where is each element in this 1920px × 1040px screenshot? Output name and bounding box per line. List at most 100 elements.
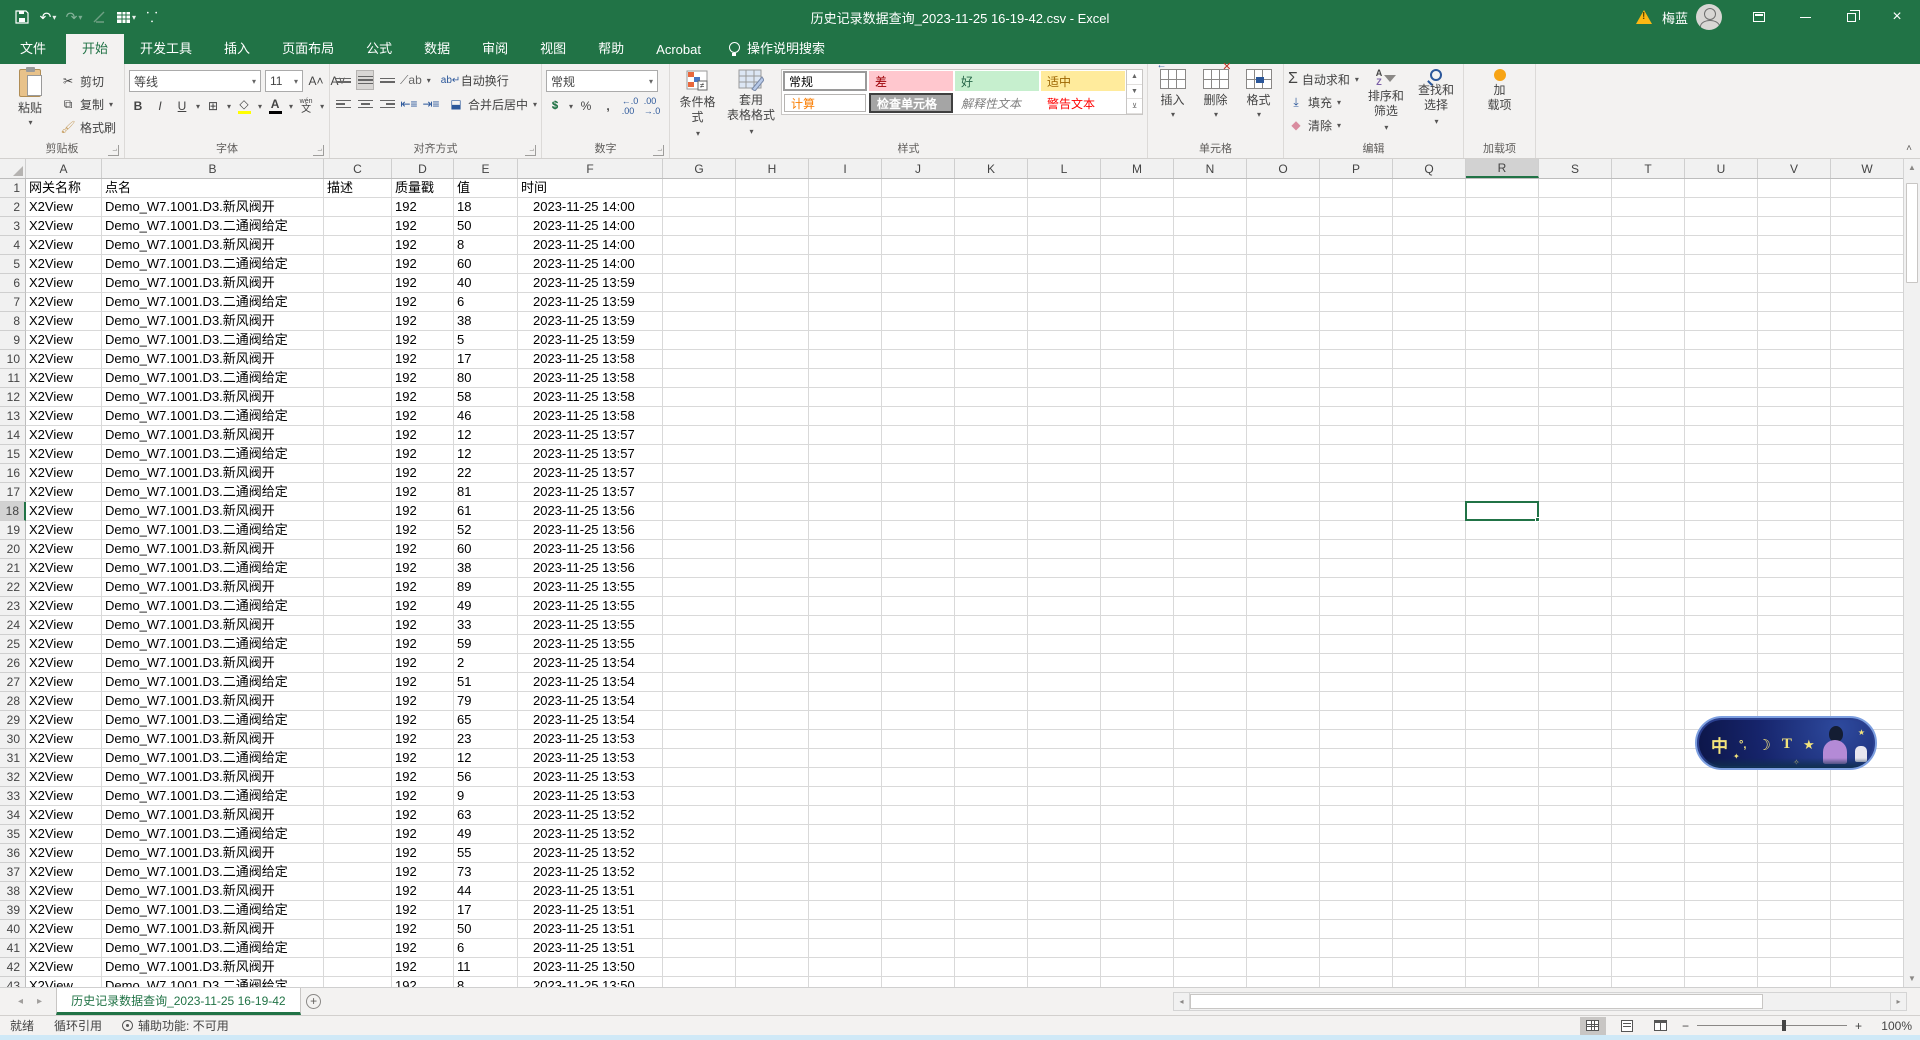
cell-T33[interactable] <box>1612 787 1685 806</box>
cell-J3[interactable] <box>882 217 955 236</box>
cell-P20[interactable] <box>1320 540 1393 559</box>
cell-K5[interactable] <box>955 255 1028 274</box>
cell-C21[interactable] <box>324 559 392 578</box>
cell-A6[interactable]: X2View <box>26 274 102 293</box>
cell-L27[interactable] <box>1028 673 1101 692</box>
conditional-formatting-button[interactable]: ≠ 条件格式▾ <box>674 67 721 140</box>
cell-R33[interactable] <box>1466 787 1539 806</box>
column-header-B[interactable]: B <box>102 159 324 178</box>
font-name-combo[interactable]: 等线▾ <box>129 70 261 92</box>
cell-P43[interactable] <box>1320 977 1393 987</box>
cell-D10[interactable]: 192 <box>392 350 454 369</box>
cell-N34[interactable] <box>1174 806 1247 825</box>
cell-S12[interactable] <box>1539 388 1612 407</box>
cell-W22[interactable] <box>1831 578 1903 597</box>
cell-D40[interactable]: 192 <box>392 920 454 939</box>
cell-S11[interactable] <box>1539 369 1612 388</box>
cell-T3[interactable] <box>1612 217 1685 236</box>
cell-I40[interactable] <box>809 920 882 939</box>
cell-A22[interactable]: X2View <box>26 578 102 597</box>
cell-A33[interactable]: X2View <box>26 787 102 806</box>
cell-T2[interactable] <box>1612 198 1685 217</box>
cell-N38[interactable] <box>1174 882 1247 901</box>
cell-P8[interactable] <box>1320 312 1393 331</box>
cell-I25[interactable] <box>809 635 882 654</box>
cell-R10[interactable] <box>1466 350 1539 369</box>
cell-N6[interactable] <box>1174 274 1247 293</box>
font-color-icon[interactable]: A <box>266 96 284 116</box>
cell-I21[interactable] <box>809 559 882 578</box>
cell-W12[interactable] <box>1831 388 1903 407</box>
cell-G27[interactable] <box>663 673 736 692</box>
cell-E28[interactable]: 79 <box>454 692 518 711</box>
cell-S3[interactable] <box>1539 217 1612 236</box>
column-header-I[interactable]: I <box>809 159 882 178</box>
cell-C17[interactable] <box>324 483 392 502</box>
cell-G20[interactable] <box>663 540 736 559</box>
cell-S30[interactable] <box>1539 730 1612 749</box>
cell-K42[interactable] <box>955 958 1028 977</box>
cell-F32[interactable]: 2023-11-25 13:53 <box>518 768 663 787</box>
cell-W13[interactable] <box>1831 407 1903 426</box>
cell-J32[interactable] <box>882 768 955 787</box>
cell-E17[interactable]: 81 <box>454 483 518 502</box>
cell-S7[interactable] <box>1539 293 1612 312</box>
cell-R36[interactable] <box>1466 844 1539 863</box>
column-header-D[interactable]: D <box>392 159 454 178</box>
cell-U14[interactable] <box>1685 426 1758 445</box>
restore-button[interactable] <box>1828 0 1874 34</box>
gallery-more-icon[interactable]: ⊻ <box>1127 99 1142 114</box>
cell-O14[interactable] <box>1247 426 1320 445</box>
decrease-decimal-icon[interactable]: .00→.0 <box>643 96 661 116</box>
cell-P22[interactable] <box>1320 578 1393 597</box>
cell-H24[interactable] <box>736 616 809 635</box>
cell-D33[interactable]: 192 <box>392 787 454 806</box>
row-header-32[interactable]: 32 <box>0 768 26 787</box>
cell-B25[interactable]: Demo_W7.1001.D3.二通阀给定 <box>102 635 324 654</box>
cell-M30[interactable] <box>1101 730 1174 749</box>
cell-M2[interactable] <box>1101 198 1174 217</box>
cell-G11[interactable] <box>663 369 736 388</box>
align-left-icon[interactable] <box>334 94 352 114</box>
cell-R16[interactable] <box>1466 464 1539 483</box>
cell-K40[interactable] <box>955 920 1028 939</box>
cell-I18[interactable] <box>809 502 882 521</box>
cell-R22[interactable] <box>1466 578 1539 597</box>
cell-J19[interactable] <box>882 521 955 540</box>
cell-N26[interactable] <box>1174 654 1247 673</box>
cell-S40[interactable] <box>1539 920 1612 939</box>
cell-H37[interactable] <box>736 863 809 882</box>
cell-S14[interactable] <box>1539 426 1612 445</box>
cell-O5[interactable] <box>1247 255 1320 274</box>
cell-U24[interactable] <box>1685 616 1758 635</box>
cell-H5[interactable] <box>736 255 809 274</box>
cell-J33[interactable] <box>882 787 955 806</box>
cell-U39[interactable] <box>1685 901 1758 920</box>
cell-E36[interactable]: 55 <box>454 844 518 863</box>
cell-H19[interactable] <box>736 521 809 540</box>
cell-L37[interactable] <box>1028 863 1101 882</box>
column-header-E[interactable]: E <box>454 159 518 178</box>
cell-N32[interactable] <box>1174 768 1247 787</box>
cell-Q2[interactable] <box>1393 198 1466 217</box>
cell-P12[interactable] <box>1320 388 1393 407</box>
cell-C19[interactable] <box>324 521 392 540</box>
cell-B35[interactable]: Demo_W7.1001.D3.二通阀给定 <box>102 825 324 844</box>
cell-U36[interactable] <box>1685 844 1758 863</box>
cell-D23[interactable]: 192 <box>392 597 454 616</box>
cell-P19[interactable] <box>1320 521 1393 540</box>
cell-J6[interactable] <box>882 274 955 293</box>
cell-M18[interactable] <box>1101 502 1174 521</box>
cell-P13[interactable] <box>1320 407 1393 426</box>
cell-P30[interactable] <box>1320 730 1393 749</box>
cell-M22[interactable] <box>1101 578 1174 597</box>
cell-N13[interactable] <box>1174 407 1247 426</box>
cell-K8[interactable] <box>955 312 1028 331</box>
cell-O39[interactable] <box>1247 901 1320 920</box>
cell-E37[interactable]: 73 <box>454 863 518 882</box>
cell-N29[interactable] <box>1174 711 1247 730</box>
dialog-launcher-icon[interactable] <box>525 145 536 156</box>
cell-H9[interactable] <box>736 331 809 350</box>
cell-L43[interactable] <box>1028 977 1101 987</box>
cell-V18[interactable] <box>1758 502 1831 521</box>
